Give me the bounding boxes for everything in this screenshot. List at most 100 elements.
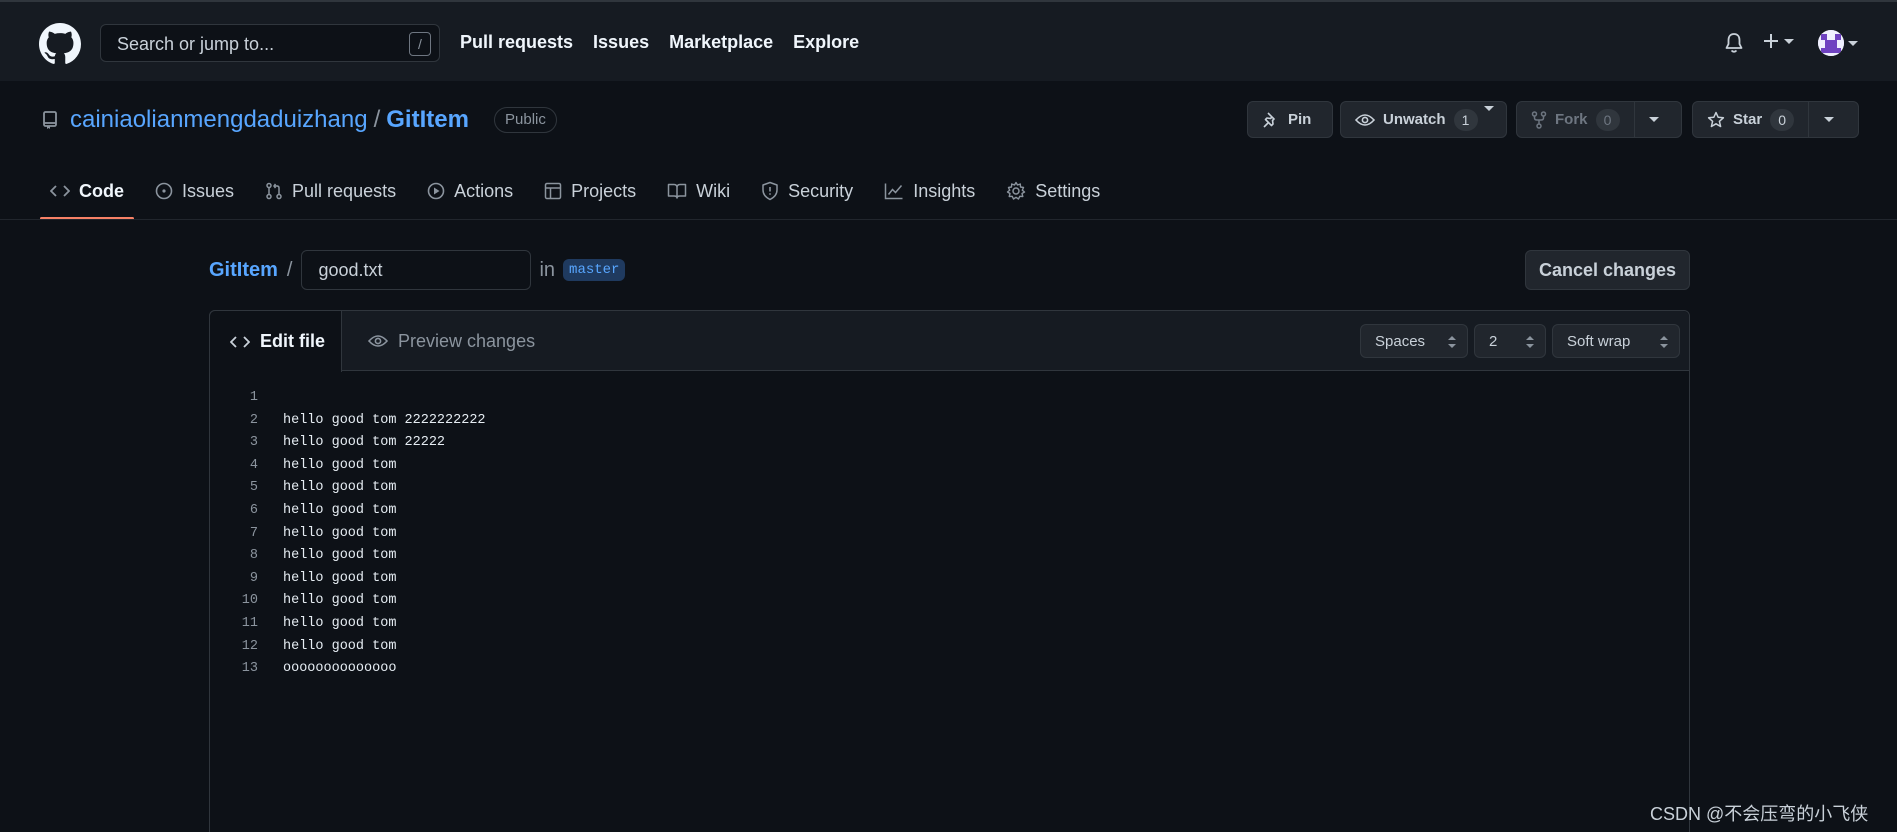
line-text: hello good tom 22222: [283, 435, 446, 451]
caret-down-icon: [1823, 117, 1834, 122]
tab-label: Pull requests: [292, 180, 397, 201]
in-label: in: [539, 258, 556, 281]
tab-code[interactable]: Code: [40, 170, 134, 220]
star-count: 0: [1770, 108, 1795, 131]
shield-icon: [762, 181, 778, 201]
code-line[interactable]: 1: [210, 387, 486, 410]
notifications-button[interactable]: [1724, 32, 1744, 54]
line-text: hello good tom: [283, 570, 397, 586]
caret-down-icon: [1848, 40, 1858, 46]
tab-pull-requests[interactable]: Pull requests: [255, 170, 406, 212]
watermark: CSDN @不会压弯的小飞侠: [1650, 804, 1869, 824]
filename-input[interactable]: [301, 250, 532, 290]
line-text: hello good tom: [283, 638, 397, 654]
github-logo-icon[interactable]: [39, 23, 81, 65]
star-icon: [1707, 111, 1725, 127]
repo-separator: /: [373, 106, 381, 133]
tab-label: Projects: [571, 180, 637, 201]
file-breadcrumb: GitItem / in master: [209, 250, 626, 290]
tab-actions[interactable]: Actions: [417, 170, 523, 212]
code-line[interactable]: 10 hello good tom: [210, 590, 486, 613]
code-line[interactable]: 11 hello good tom: [210, 613, 486, 636]
pin-icon: [1263, 111, 1275, 128]
indent-mode-value: Spaces: [1375, 332, 1426, 350]
tab-projects[interactable]: Projects: [534, 170, 646, 212]
tab-label: Insights: [913, 180, 976, 201]
editor-toolbar: Edit file Preview changes Spaces 2 Soft …: [209, 310, 1689, 372]
unwatch-label: Unwatch: [1383, 111, 1446, 128]
tabs-divider: [0, 219, 1897, 220]
tab-insights[interactable]: Insights: [874, 170, 985, 212]
graph-icon: [884, 183, 903, 200]
tab-security[interactable]: Security: [751, 170, 863, 212]
code-line[interactable]: 12 hello good tom: [210, 636, 486, 659]
repo-tabs: Code Issues Pull requests Actions Projec…: [40, 170, 1121, 220]
plus-icon: [1764, 34, 1778, 48]
line-number: 11: [241, 615, 258, 631]
wrap-mode-select[interactable]: Soft wrap: [1552, 324, 1680, 358]
tab-wiki[interactable]: Wiki: [657, 170, 740, 212]
line-text: hello good tom 2222222222: [283, 412, 486, 428]
line-text: hello good tom: [283, 593, 397, 609]
repo-forked-icon: [1531, 110, 1547, 129]
star-button[interactable]: Star 0: [1692, 101, 1859, 138]
code-line[interactable]: 7 hello good tom: [210, 523, 486, 546]
visibility-badge: Public: [494, 107, 557, 133]
repo-name-link[interactable]: GitItem: [386, 106, 469, 134]
nav-pull-requests[interactable]: Pull requests: [460, 32, 573, 53]
code-line[interactable]: 2 hello good tom 2222222222: [210, 410, 486, 433]
avatar: [1818, 30, 1844, 56]
line-number: 4: [249, 457, 258, 473]
indent-mode-select[interactable]: Spaces: [1360, 324, 1468, 358]
code-line[interactable]: 5 hello good tom: [210, 477, 486, 500]
line-number: 9: [249, 570, 258, 586]
tab-edit-file[interactable]: Edit file: [209, 310, 342, 372]
select-arrows-icon: [1526, 336, 1534, 348]
line-number: 5: [249, 480, 258, 496]
star-label: Star: [1733, 111, 1763, 128]
repo-title: cainiaolianmengdaduizhang / GitItem: [70, 106, 469, 134]
line-text: hello good tom: [283, 502, 397, 518]
line-number: 13: [241, 661, 258, 677]
edit-file-label: Edit file: [260, 331, 326, 351]
nav-explore[interactable]: Explore: [793, 32, 859, 53]
fork-label: Fork: [1555, 111, 1588, 128]
code-line[interactable]: 9 hello good tom: [210, 568, 486, 591]
repo-icon: [43, 111, 57, 129]
repo-owner-link[interactable]: cainiaolianmengdaduizhang: [70, 106, 368, 134]
table-icon: [544, 182, 562, 200]
star-dropdown[interactable]: [1808, 102, 1848, 137]
tab-issues[interactable]: Issues: [145, 170, 244, 212]
breadcrumb-repo-link[interactable]: GitItem: [209, 259, 278, 282]
create-new-menu[interactable]: [1762, 32, 1794, 50]
fork-dropdown[interactable]: [1633, 102, 1674, 137]
line-number: 12: [241, 638, 258, 654]
code-editor[interactable]: 1 2 hello good tom 2222222222 3 hello good t…: [210, 387, 486, 681]
code-line[interactable]: 8 hello good tom: [210, 545, 486, 568]
tab-settings[interactable]: Settings: [996, 170, 1110, 212]
user-menu[interactable]: [1818, 30, 1858, 56]
line-number: 3: [249, 435, 258, 451]
pin-button[interactable]: Pin: [1247, 101, 1333, 138]
cancel-changes-button[interactable]: Cancel changes: [1525, 250, 1690, 290]
watch-dropdown[interactable]: [1483, 106, 1506, 128]
watch-button[interactable]: Unwatch 1: [1340, 101, 1507, 138]
fork-button[interactable]: Fork 0: [1516, 101, 1682, 138]
book-icon: [667, 183, 687, 199]
indent-size-select[interactable]: 2: [1474, 324, 1546, 358]
line-text: oooooooooooooo: [283, 661, 397, 677]
line-number: 2: [249, 412, 258, 428]
caret-down-icon: [1483, 106, 1494, 128]
code-line[interactable]: 13 oooooooooooooo: [210, 658, 486, 681]
tab-label: Security: [788, 180, 854, 201]
file-editor: Edit file Preview changes Spaces 2 Soft …: [209, 310, 1690, 832]
line-text: hello good tom: [283, 525, 397, 541]
code-line[interactable]: 6 hello good tom: [210, 500, 486, 523]
search-input[interactable]: Search or jump to... /: [100, 24, 440, 62]
tab-preview-changes[interactable]: Preview changes: [368, 311, 535, 371]
pin-label: Pin: [1288, 111, 1312, 128]
code-line[interactable]: 4 hello good tom: [210, 455, 486, 478]
nav-issues[interactable]: Issues: [593, 32, 649, 53]
code-line[interactable]: 3 hello good tom 22222: [210, 432, 486, 455]
nav-marketplace[interactable]: Marketplace: [669, 32, 773, 53]
